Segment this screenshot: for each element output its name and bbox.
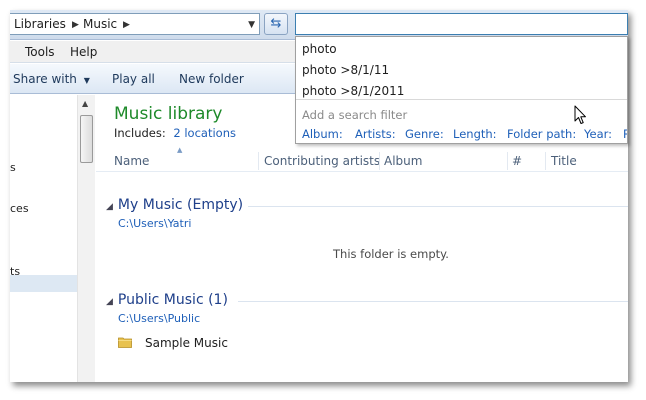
column-headers: ▲ Name Contributing artists Album # Titl… (96, 146, 628, 172)
column-separator[interactable] (507, 152, 508, 170)
group-title-text: My Music (Empty) (117, 197, 244, 213)
address-dropdown-icon[interactable]: ▼ (248, 20, 255, 30)
menu-tools[interactable]: Tools (25, 45, 55, 59)
chevron-down-icon: ▼ (83, 76, 90, 85)
navigation-pane: s ces ts ▲ (10, 95, 95, 382)
breadcrumb-libraries[interactable]: Libraries (14, 17, 66, 31)
filter-length[interactable]: Length: (453, 127, 497, 141)
scrollbar-thumb[interactable] (80, 115, 93, 163)
column-separator[interactable] (545, 152, 546, 170)
group-header-my-music[interactable]: ◢ My Music (Empty) (106, 197, 243, 213)
refresh-button[interactable]: ⇆ (264, 13, 288, 35)
filter-genre[interactable]: Genre: (405, 127, 444, 141)
column-contributing-artists[interactable]: Contributing artists (264, 154, 380, 172)
column-track-number[interactable]: # (512, 154, 522, 172)
collapse-icon[interactable]: ◢ (106, 202, 113, 212)
search-filter-title: Add a search filter (302, 108, 408, 122)
group-title-text: Public Music (1) (117, 292, 228, 308)
group-divider (248, 206, 628, 207)
new-folder-button[interactable]: New folder (179, 72, 244, 86)
scroll-up-icon[interactable]: ▲ (82, 99, 88, 108)
group-divider (238, 301, 628, 302)
share-with-label: Share with (13, 72, 77, 86)
address-bar[interactable]: Libraries ▶ Music ▶ ▼ (10, 13, 260, 35)
filter-album[interactable]: Album: (302, 127, 343, 141)
suggestion-item[interactable]: photo >8/1/2011 (302, 84, 404, 98)
mouse-cursor-icon (574, 105, 586, 124)
file-name: Sample Music (145, 336, 228, 350)
group-path[interactable]: C:\Users\Public (118, 312, 200, 325)
filter-artists[interactable]: Artists: (355, 127, 396, 141)
filter-folder-path[interactable]: Folder path: (507, 127, 576, 141)
refresh-icon: ⇆ (270, 16, 282, 31)
library-title: Music library (114, 104, 223, 124)
suggestion-item[interactable]: photo >8/1/11 (302, 63, 389, 77)
breadcrumb-arrow-icon[interactable]: ▶ (72, 20, 79, 30)
empty-folder-message: This folder is empty. (333, 247, 449, 261)
search-input[interactable] (295, 13, 628, 35)
collapse-icon[interactable]: ◢ (106, 297, 113, 307)
column-album[interactable]: Album (384, 154, 422, 172)
breadcrumb-music[interactable]: Music (83, 17, 117, 31)
filter-more[interactable]: R (623, 127, 627, 141)
column-name[interactable]: Name (114, 154, 149, 172)
search-suggestions: photo photo >8/1/11 photo >8/1/2011 Add … (295, 36, 628, 144)
column-separator[interactable] (379, 152, 380, 170)
group-path[interactable]: C:\Users\Yatri (118, 217, 191, 230)
nav-item[interactable]: ces (10, 202, 29, 215)
column-title[interactable]: Title (551, 154, 577, 172)
suggestion-item[interactable]: photo (302, 42, 337, 56)
breadcrumb-arrow-icon[interactable]: ▶ (123, 20, 130, 30)
library-includes: Includes: 2 locations (114, 126, 236, 140)
folder-icon (118, 337, 132, 348)
filter-year[interactable]: Year: (584, 127, 612, 141)
menu-help[interactable]: Help (70, 45, 97, 59)
column-separator[interactable] (258, 152, 259, 170)
nav-item[interactable]: s (10, 161, 16, 174)
group-header-public-music[interactable]: ◢ Public Music (1) (106, 292, 228, 308)
suggestion-divider (296, 99, 627, 100)
play-all-button[interactable]: Play all (112, 72, 155, 86)
share-with-button[interactable]: Share with ▼ (13, 72, 90, 86)
includes-label: Includes: (114, 126, 166, 140)
nav-item-selected[interactable] (10, 275, 77, 292)
sort-ascending-icon: ▲ (177, 146, 183, 154)
locations-link[interactable]: 2 locations (173, 126, 236, 140)
nav-scrollbar[interactable]: ▲ (77, 95, 95, 382)
